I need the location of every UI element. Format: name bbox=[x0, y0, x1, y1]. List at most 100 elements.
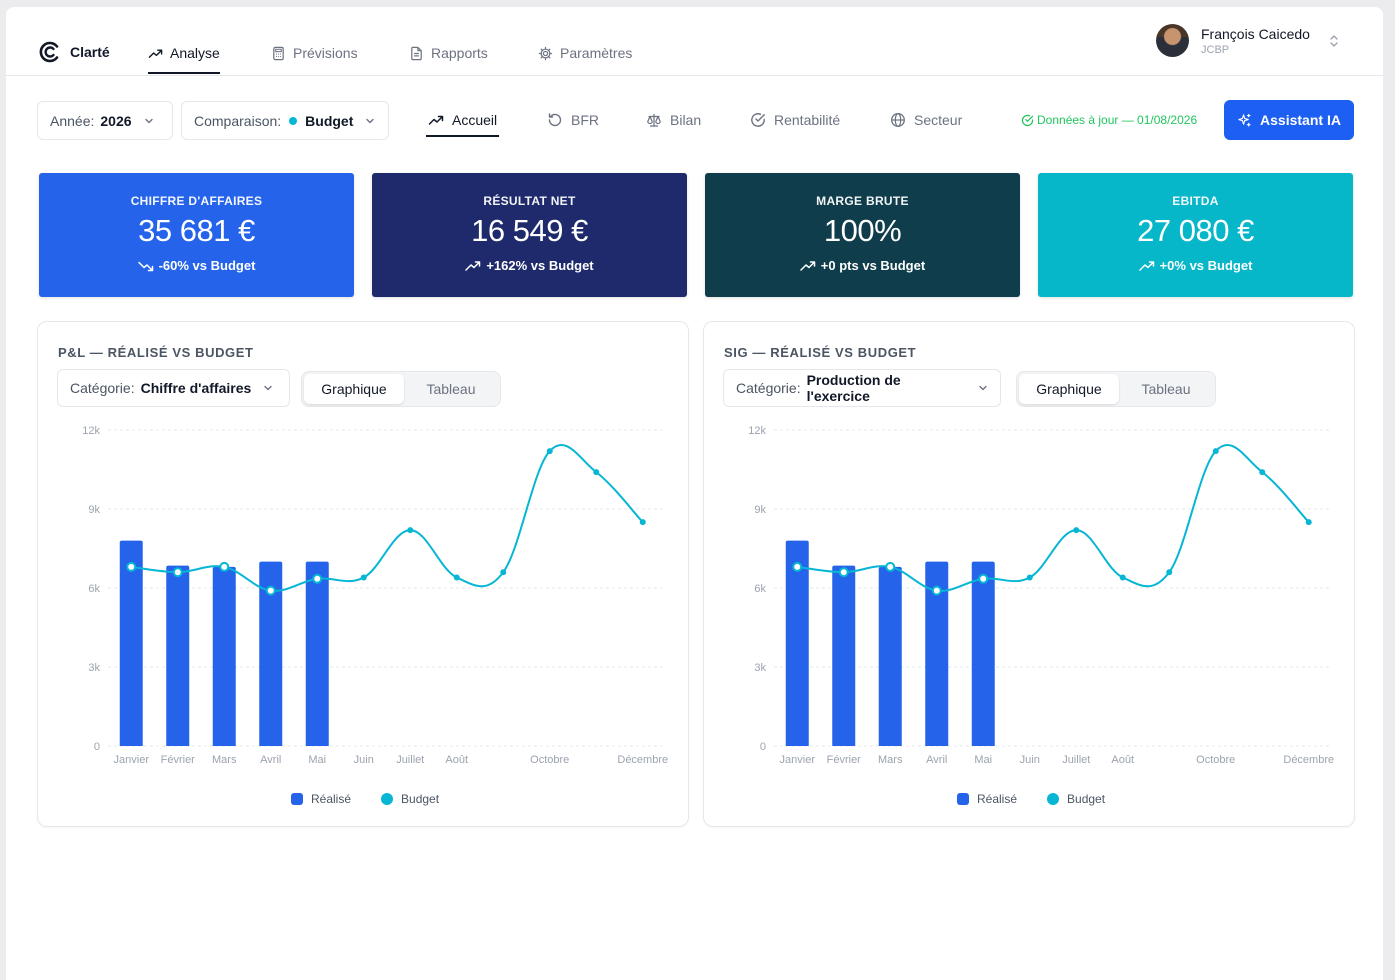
legend-swatch bbox=[1047, 793, 1060, 805]
category-select-value: Production de l'exercice bbox=[806, 372, 901, 404]
chart-legend: Réalisé Budget bbox=[957, 792, 1105, 806]
budget-point bbox=[453, 574, 460, 581]
tab-secteur[interactable]: Secteur bbox=[890, 112, 962, 128]
tab-rentabilite[interactable]: Rentabilité bbox=[750, 112, 840, 128]
legend-label: Réalisé bbox=[311, 792, 352, 806]
trending-up-icon bbox=[1138, 260, 1154, 271]
user-menu[interactable]: François Caicedo JCBP bbox=[1156, 24, 1338, 57]
kpi-delta-text: +162% vs Budget bbox=[486, 258, 594, 273]
x-tick-label: Janvier bbox=[114, 754, 150, 766]
trending-up-icon bbox=[148, 49, 163, 58]
y-tick-label: 0 bbox=[760, 741, 766, 753]
bar-realise bbox=[212, 566, 236, 746]
refresh-icon bbox=[548, 113, 562, 127]
card-title: SIG — RÉALISÉ VS BUDGET bbox=[724, 345, 917, 360]
x-tick-label: Juillet bbox=[396, 754, 424, 766]
comparison-dot-icon bbox=[289, 116, 298, 125]
kpi-delta-text: +0 pts vs Budget bbox=[820, 258, 926, 273]
budget-line bbox=[797, 443, 1310, 592]
nav-rapports-label: Rapports bbox=[431, 45, 488, 61]
budget-point bbox=[792, 561, 803, 572]
budget-line bbox=[131, 443, 644, 592]
logo[interactable]: Clarté bbox=[38, 40, 110, 64]
budget-point bbox=[931, 585, 942, 596]
assistant-ia-button[interactable]: Assistant IA bbox=[1224, 100, 1354, 140]
bar-realise bbox=[971, 561, 995, 746]
nav-analyse[interactable]: Analyse bbox=[148, 45, 220, 74]
nav-parametres[interactable]: Paramètres bbox=[538, 45, 632, 61]
chart-legend: Réalisé Budget bbox=[291, 792, 439, 806]
chevrons-up-down-icon bbox=[1330, 35, 1338, 47]
kpi-title: CHIFFRE D'AFFAIRES bbox=[130, 194, 263, 208]
budget-point bbox=[1166, 569, 1173, 576]
kpi-delta-text: -60% vs Budget bbox=[158, 258, 256, 273]
tab-bfr-label: BFR bbox=[571, 112, 599, 128]
tab-accueil[interactable]: Accueil bbox=[425, 112, 500, 137]
x-tick-label: Août bbox=[445, 754, 468, 766]
kpi-delta: -60% vs Budget bbox=[39, 258, 354, 273]
check-circle-icon bbox=[1021, 114, 1034, 126]
chevron-down-icon bbox=[264, 385, 272, 391]
x-tick-label: Octobre bbox=[1196, 754, 1235, 766]
view-graphique-button[interactable]: Graphique bbox=[304, 374, 404, 404]
x-tick-label: Décembre bbox=[617, 754, 668, 766]
tab-bfr[interactable]: BFR bbox=[547, 112, 599, 128]
y-tick-label: 3k bbox=[88, 662, 100, 674]
app-window: Clarté Analyse Prévisions Rapports Param… bbox=[6, 7, 1383, 980]
category-select[interactable]: Catégorie: Production de l'exercice bbox=[723, 369, 1001, 407]
trending-up-icon bbox=[465, 260, 481, 271]
kpi-card-marge-brute: MARGE BRUTE 100% +0 pts vs Budget bbox=[705, 173, 1020, 297]
trending-up-icon bbox=[428, 115, 444, 125]
sparkles-icon bbox=[1238, 113, 1251, 127]
y-tick-label: 12k bbox=[82, 425, 100, 437]
tab-bilan-label: Bilan bbox=[670, 112, 702, 128]
legend-item-budget[interactable]: Budget bbox=[1047, 792, 1105, 806]
y-tick-label: 12k bbox=[748, 425, 766, 437]
category-select[interactable]: Catégorie: Chiffre d'affaires bbox=[57, 369, 290, 407]
legend-swatch bbox=[381, 793, 394, 805]
pl-chart-card: 0 3k 6k 9k 12k Janvier Février Mars Avril Mai Juin… bbox=[37, 321, 689, 827]
budget-point bbox=[1026, 574, 1033, 581]
check-circle-icon bbox=[751, 113, 765, 127]
user-name: François Caicedo bbox=[1201, 25, 1310, 42]
bar-realise bbox=[166, 565, 190, 746]
y-tick-label: 3k bbox=[754, 662, 766, 674]
legend-label: Réalisé bbox=[977, 792, 1018, 806]
year-select[interactable]: Année: 2026 bbox=[37, 101, 173, 140]
nav-previsions[interactable]: Prévisions bbox=[271, 45, 358, 61]
category-select-label: Catégorie: bbox=[736, 380, 801, 396]
comparison-select[interactable]: Comparaison: Budget bbox=[181, 101, 389, 140]
legend-item-budget[interactable]: Budget bbox=[381, 792, 439, 806]
bar-realise bbox=[878, 566, 902, 746]
kpi-card-ebitda: EBITDA 27 080 € +0% vs Budget bbox=[1038, 173, 1353, 297]
clarte-logo-icon bbox=[39, 41, 59, 63]
kpi-title: RÉSULTAT NET bbox=[483, 194, 576, 208]
kpi-value: 27 080 € bbox=[1137, 213, 1254, 248]
view-tableau-button[interactable]: Tableau bbox=[1119, 374, 1213, 404]
kpi-delta: +0 pts vs Budget bbox=[705, 258, 1020, 273]
y-tick-label: 9k bbox=[754, 504, 766, 516]
legend-item-realise[interactable]: Réalisé bbox=[957, 792, 1017, 806]
top-nav: Clarté Analyse Prévisions Rapports Param… bbox=[6, 7, 1383, 76]
sig-chart-card: 0 3k 6k 9k 12k Janvier Février Mars Avril Mai Juin… bbox=[703, 321, 1355, 827]
view-graphique-button[interactable]: Graphique bbox=[1019, 374, 1119, 404]
kpi-delta-text: +0% vs Budget bbox=[1159, 258, 1253, 273]
legend-item-realise[interactable]: Réalisé bbox=[291, 792, 351, 806]
legend-label: Budget bbox=[1067, 792, 1106, 806]
budget-point bbox=[500, 569, 507, 576]
x-tick-label: Décembre bbox=[1283, 754, 1334, 766]
bar-realise bbox=[832, 565, 856, 746]
view-tableau-button[interactable]: Tableau bbox=[404, 374, 498, 404]
user-org: JCBP bbox=[1201, 43, 1230, 56]
x-tick-label: Juin bbox=[354, 754, 374, 766]
legend-swatch bbox=[957, 793, 969, 805]
legend-label: Budget bbox=[401, 792, 440, 806]
tab-bilan[interactable]: Bilan bbox=[646, 112, 701, 128]
year-select-value: 2026 bbox=[100, 112, 132, 129]
x-tick-label: Juin bbox=[1020, 754, 1040, 766]
kpi-card-chiffre-affaires: CHIFFRE D'AFFAIRES 35 681 € -60% vs Budg… bbox=[39, 173, 354, 297]
nav-rapports[interactable]: Rapports bbox=[409, 45, 488, 61]
nav-previsions-label: Prévisions bbox=[293, 45, 358, 61]
budget-point bbox=[1073, 527, 1080, 534]
assistant-ia-label: Assistant IA bbox=[1260, 112, 1341, 128]
